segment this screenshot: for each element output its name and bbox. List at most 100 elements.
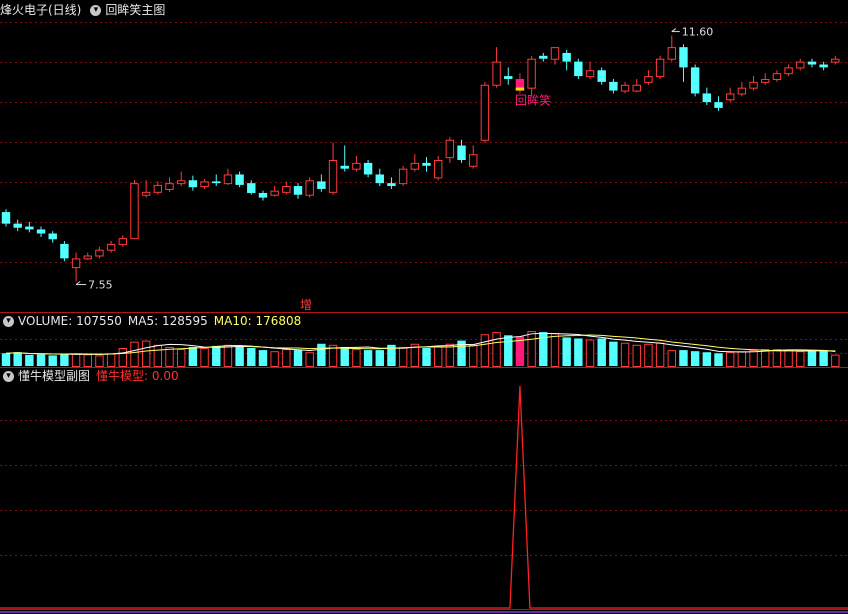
candle-body-up xyxy=(480,84,490,141)
volume-bar-up xyxy=(223,344,233,367)
candle-body-up xyxy=(177,180,186,185)
sub-indicator-name[interactable]: 懂牛模型副图 xyxy=(18,368,90,384)
candle-body-down xyxy=(1,212,11,224)
candle-body-up xyxy=(550,47,560,60)
candle-body-up xyxy=(749,81,758,89)
candle-body-down xyxy=(25,226,34,230)
volume-bar-up xyxy=(469,344,478,367)
candle-body-up xyxy=(772,73,782,80)
volume-bar-up xyxy=(737,351,747,368)
candle-body-up xyxy=(761,78,770,83)
volume-bar-up xyxy=(305,352,314,367)
volume-bar-up xyxy=(270,351,279,368)
volume-bar-up xyxy=(550,333,560,368)
candle-body-down xyxy=(422,162,431,166)
candle-body-down xyxy=(258,192,268,198)
candle-body-down xyxy=(387,183,396,187)
volume-bar-up xyxy=(141,340,151,367)
candle-body-down xyxy=(539,55,548,59)
candle-body-up xyxy=(632,84,641,92)
candle-body-up xyxy=(352,162,361,170)
high-price-label: 11.60 xyxy=(682,26,714,39)
volume-bar-up xyxy=(445,343,455,368)
volume-bar-down xyxy=(714,353,723,366)
volume-bar-up xyxy=(667,350,676,367)
stock-chart[interactable]: 11.60 7.55 回眸笑增 xyxy=(0,0,848,614)
candle-body-down xyxy=(317,181,326,189)
candle-body-down xyxy=(457,145,466,160)
sub-indicator-menu-icon[interactable]: ▾ xyxy=(3,370,14,382)
volume-bar-down xyxy=(574,338,583,366)
candle-body-down xyxy=(702,93,712,103)
candle-body-up xyxy=(492,61,501,86)
stock-title[interactable]: 烽火电子(日线) xyxy=(0,2,81,18)
volume-bar-down xyxy=(247,348,256,366)
volume-bar-down xyxy=(340,346,349,366)
candle-body-up xyxy=(223,174,233,185)
volume-menu-icon[interactable]: ▾ xyxy=(3,315,14,327)
sub-indicator-value: 懂牛模型: 0.00 xyxy=(96,369,179,383)
volume-bar-up xyxy=(761,349,770,368)
signal-label: 回眸笑 xyxy=(515,93,551,108)
candle-body-up xyxy=(71,258,81,269)
candle-body-down xyxy=(562,52,571,62)
candle-body-up xyxy=(655,58,665,78)
candle-body-up xyxy=(469,154,478,167)
volume-bar-up xyxy=(165,346,174,367)
volume-bar-up xyxy=(118,348,128,367)
volume-bar-up xyxy=(772,349,782,368)
candle-body-up xyxy=(410,162,420,170)
candle-body-down xyxy=(363,162,373,175)
candle-body-up xyxy=(445,139,455,159)
candle-body-down xyxy=(714,102,723,108)
candle-body-down xyxy=(212,181,221,184)
volume-bar-up xyxy=(644,343,653,368)
volume-bar-down xyxy=(375,350,384,366)
candle-body-up xyxy=(118,238,128,245)
volume-bar-down xyxy=(702,352,712,366)
candle-body-down xyxy=(36,229,46,234)
volume-value: VOLUME: 107550 xyxy=(18,314,122,328)
main-panel-header: 烽火电子(日线) ▾ 回眸笑主图 xyxy=(0,2,171,18)
volume-bar-up xyxy=(83,354,92,367)
candle-body-down xyxy=(60,243,69,259)
candle-body-up xyxy=(83,255,92,260)
candle-body-up xyxy=(95,249,104,257)
volume-bar-up xyxy=(71,353,81,368)
volume-bar-down xyxy=(597,338,606,366)
candle-body-up xyxy=(106,243,116,251)
candle-body-up xyxy=(130,183,139,240)
candle-body-up xyxy=(725,93,735,101)
signal-marker xyxy=(515,87,525,91)
volume-bar-down xyxy=(422,348,431,366)
candle-body-down xyxy=(679,47,688,68)
volume-bar-up xyxy=(153,344,163,367)
candle-body-down xyxy=(597,70,606,82)
volume-bar-down xyxy=(293,350,303,366)
sub-indicator-line xyxy=(0,385,848,609)
ma10-value: MA10: 176808 xyxy=(213,314,302,328)
candle-body-down xyxy=(690,67,700,94)
volume-bar-up xyxy=(527,331,536,368)
indicator-menu-icon[interactable]: ▾ xyxy=(90,4,102,16)
volume-bar-up xyxy=(492,332,501,367)
volume-bar-down xyxy=(609,341,618,366)
volume-bar-up xyxy=(585,339,595,368)
candle-body-down xyxy=(574,61,583,77)
candle-body-up xyxy=(165,183,174,190)
candle-body-down xyxy=(340,165,349,169)
volume-bar-down xyxy=(807,351,817,366)
candle-body-down xyxy=(375,174,384,184)
main-indicator-name[interactable]: 回眸笑主图 xyxy=(105,2,165,18)
candle-body-up xyxy=(831,58,840,63)
candle-body-up xyxy=(644,76,653,83)
candle-body-up xyxy=(282,186,291,193)
increase-marker: 增 xyxy=(300,298,312,312)
volume-bar-up xyxy=(784,350,793,367)
volume-bar-up xyxy=(725,352,735,367)
volume-bar-up xyxy=(749,350,758,367)
volume-bar-up xyxy=(655,342,665,367)
volume-bar-down xyxy=(212,345,221,366)
volume-bar-up xyxy=(282,349,291,368)
volume-bar-up xyxy=(433,345,443,368)
